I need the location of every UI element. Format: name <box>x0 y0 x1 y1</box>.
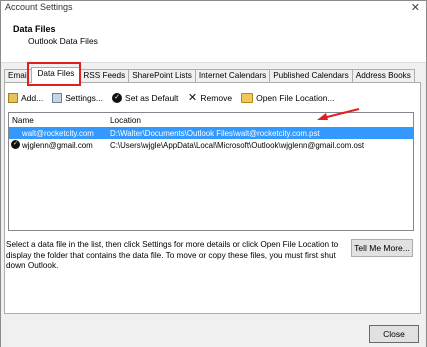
column-header-name[interactable]: Name <box>9 116 109 125</box>
tab-published-calendars[interactable]: Published Calendars <box>269 69 353 83</box>
list-item[interactable]: walt@rocketcity.com D:\Walter\Documents\… <box>9 127 413 139</box>
open-file-location-button[interactable]: Open File Location... <box>241 93 335 103</box>
tab-address-books[interactable]: Address Books <box>351 69 415 83</box>
file-name: wjglenn@gmail.com <box>22 140 93 150</box>
settings-label: Settings... <box>65 93 104 103</box>
close-button[interactable]: Close <box>369 325 419 343</box>
header-title: Data Files <box>13 24 56 34</box>
tell-me-more-button[interactable]: Tell Me More... <box>351 239 413 257</box>
remove-icon: ✕ <box>187 92 198 104</box>
default-check-icon: ✓ <box>11 140 20 149</box>
tab-highlight-box <box>27 62 81 86</box>
dialog-header: Data Files Outlook Data Files <box>1 17 426 63</box>
check-icon: ✓ <box>112 93 123 103</box>
file-name: walt@rocketcity.com <box>22 128 94 138</box>
tab-internet-calendars[interactable]: Internet Calendars <box>194 69 271 83</box>
folder-icon <box>241 93 254 103</box>
add-icon <box>8 93 18 103</box>
file-location: C:\Users\wjgle\AppData\Local\Microsoft\O… <box>110 140 365 150</box>
remove-label: Remove <box>200 93 233 103</box>
toolbar: Add... Settings... ✓ Set as Default ✕ Re… <box>8 91 344 105</box>
settings-button[interactable]: Settings... <box>52 93 103 103</box>
arrow-annotation-icon <box>317 108 360 120</box>
data-file-list[interactable]: Name Location walt@rocketcity.com D:\Wal… <box>8 112 414 231</box>
file-location: D:\Walter\Documents\Outlook Files\walt@r… <box>110 128 320 138</box>
close-icon[interactable]: ✕ <box>411 1 420 14</box>
help-text: Select a data file in the list, then cli… <box>6 240 339 270</box>
column-header-location[interactable]: Location <box>109 116 141 125</box>
title-bar: Account Settings ✕ <box>1 1 426 17</box>
add-button[interactable]: Add... <box>8 93 43 103</box>
set-default-label: Set as Default <box>125 93 179 103</box>
add-label: Add... <box>21 93 44 103</box>
list-item[interactable]: ✓ wjglenn@gmail.com C:\Users\wjgle\AppDa… <box>9 139 413 151</box>
settings-icon <box>52 93 63 103</box>
set-default-button[interactable]: ✓ Set as Default <box>112 93 178 103</box>
tab-sharepoint-lists[interactable]: SharePoint Lists <box>128 69 196 83</box>
window-title: Account Settings <box>5 2 73 12</box>
remove-button[interactable]: ✕ Remove <box>187 92 233 104</box>
open-file-location-label: Open File Location... <box>256 93 335 103</box>
header-subtitle: Outlook Data Files <box>28 36 98 46</box>
tab-rss-feeds[interactable]: RSS Feeds <box>79 69 130 83</box>
